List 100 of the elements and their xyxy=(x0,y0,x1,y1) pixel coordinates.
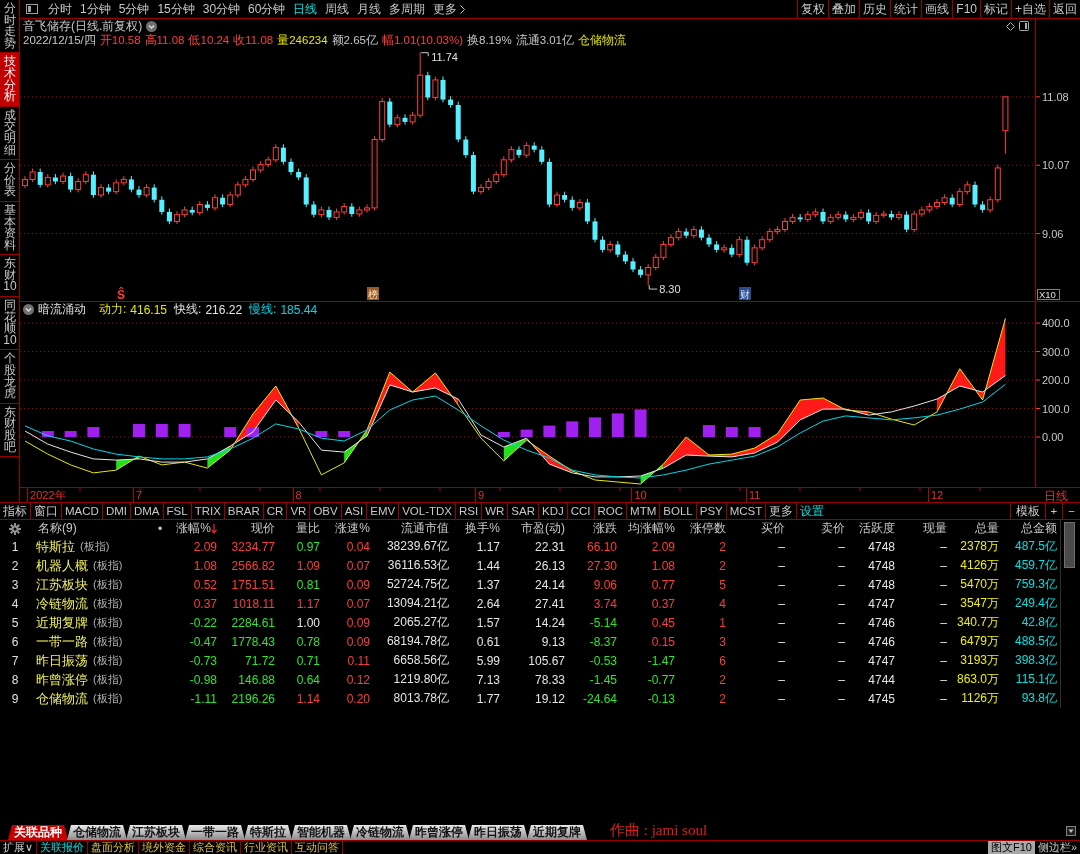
indicator-tab[interactable]: RSI xyxy=(456,503,483,519)
status-tab[interactable]: 境外资金 xyxy=(139,841,191,854)
column-header[interactable]: 涨速% xyxy=(323,520,373,537)
indicator-tab[interactable]: MTM xyxy=(627,503,661,519)
sector-tab[interactable]: 昨曾涨停 xyxy=(409,825,469,840)
status-tab[interactable]: 盘面分析 xyxy=(88,841,140,854)
indicator-tab[interactable]: MACD xyxy=(62,503,103,519)
period-tab[interactable]: 月线 xyxy=(353,0,386,18)
toolbar-button[interactable]: 模板 xyxy=(1009,503,1045,519)
sector-name[interactable]: 一带一路 xyxy=(36,632,88,651)
column-header[interactable]: 卖价 xyxy=(788,520,848,537)
toolbar-button[interactable]: 统计 xyxy=(890,0,922,18)
toolbar-button[interactable]: 返回 xyxy=(1049,0,1080,18)
side-tab[interactable]: 成交明细 xyxy=(0,106,19,161)
sector-name[interactable]: 昨曾涨停 xyxy=(36,670,88,689)
sector-tab[interactable]: 冷链物流 xyxy=(350,825,410,840)
toolbar-button[interactable]: 复权 xyxy=(797,0,829,18)
toolbar-button[interactable]: + xyxy=(1044,503,1063,519)
status-button[interactable]: 侧边栏» xyxy=(1034,841,1080,854)
sector-tab[interactable]: 智能机器 xyxy=(291,825,351,840)
column-header[interactable]: 涨跌 xyxy=(568,520,620,537)
side-tab[interactable]: 东财10 xyxy=(0,255,19,298)
gear-icon[interactable] xyxy=(9,522,21,535)
indicator-tab[interactable]: ROC xyxy=(594,503,628,519)
sector-name[interactable]: 机器人概 xyxy=(36,556,88,575)
column-header[interactable]: 名称(9) xyxy=(30,520,150,537)
indicator-tab[interactable]: SAR xyxy=(508,503,539,519)
sector-tab[interactable]: 昨日振荡 xyxy=(468,825,528,840)
sector-tab[interactable]: 仓储物流 xyxy=(67,825,127,840)
toolbar-button[interactable]: +自选 xyxy=(1011,0,1049,18)
indicator-tab[interactable]: 更多 xyxy=(766,503,798,519)
column-header[interactable]: 换手% xyxy=(452,520,503,537)
toolbar-button[interactable]: 叠加 xyxy=(828,0,860,18)
indicator-tab[interactable]: MCST xyxy=(726,503,767,519)
status-tab[interactable]: 综合资讯 xyxy=(190,841,242,854)
column-header[interactable]: 现价 xyxy=(220,520,278,537)
dropdown-icon[interactable] xyxy=(146,20,158,32)
column-header[interactable]: 现量 xyxy=(898,520,950,537)
side-tab[interactable]: 个股龙虎 xyxy=(0,350,19,404)
period-tab[interactable]: 日线 xyxy=(289,0,322,18)
status-tab[interactable]: 关联报价 xyxy=(37,841,89,854)
scrollbar-thumb[interactable] xyxy=(1064,522,1075,568)
indicator-tab[interactable]: PSY xyxy=(696,503,727,519)
status-tab[interactable]: 行业资讯 xyxy=(241,841,293,854)
indicator-tab[interactable]: 指标 xyxy=(0,503,31,519)
period-tab[interactable]: 15分钟 xyxy=(153,0,199,18)
indicator-tab[interactable]: DMA xyxy=(130,503,164,519)
indicator-tab[interactable]: TRIX xyxy=(191,503,225,519)
sector-name[interactable]: 冷链物流 xyxy=(36,594,88,613)
sector-name[interactable]: 昨日振荡 xyxy=(36,651,88,670)
period-tab[interactable]: 1分钟 xyxy=(76,0,115,18)
period-tab[interactable]: 30分钟 xyxy=(198,0,245,18)
settings-link[interactable]: 设置 xyxy=(797,503,828,519)
indicator-tab[interactable]: WR xyxy=(482,503,509,519)
indicator-tab[interactable]: 窗口 xyxy=(31,503,62,519)
zoom-button[interactable]: X10 xyxy=(1037,289,1060,300)
period-tab[interactable]: 60分钟 xyxy=(244,0,290,18)
status-button[interactable]: 图文F10 xyxy=(987,841,1035,854)
column-header[interactable]: 总量 xyxy=(950,520,1002,537)
indicator-tab[interactable]: DMI xyxy=(102,503,131,519)
column-header[interactable]: 流通市值 xyxy=(373,520,452,537)
indicator-tab[interactable]: OBV xyxy=(310,503,342,519)
indicator-tab[interactable]: FSL xyxy=(163,503,192,519)
indicator-tab[interactable]: ASI xyxy=(341,503,368,519)
dropdown-icon[interactable] xyxy=(23,304,34,315)
indicator-tab[interactable]: CR xyxy=(263,503,288,519)
column-header[interactable]: 涨幅% xyxy=(170,520,220,537)
period-tab[interactable]: 分时 xyxy=(44,0,76,18)
indicator-tab[interactable]: VOL-TDX xyxy=(399,503,456,519)
indicator-tab[interactable]: CCI xyxy=(567,503,595,519)
period-tab[interactable]: 更多 xyxy=(429,0,470,18)
period-tab[interactable]: 周线 xyxy=(321,0,354,18)
diamond-icon[interactable] xyxy=(1006,21,1015,31)
side-tab[interactable]: 分价表 xyxy=(0,160,19,202)
sector-name[interactable]: 仓储物流 xyxy=(36,689,88,708)
column-header[interactable]: 量比 xyxy=(278,520,323,537)
sidebar-icon[interactable] xyxy=(26,4,38,14)
side-tab[interactable]: 东财股吧 xyxy=(0,403,19,458)
status-tab[interactable]: 互动问答 xyxy=(292,841,344,854)
column-header[interactable]: 活跃度 xyxy=(848,520,898,537)
sector-name[interactable]: 近期复牌 xyxy=(36,613,88,632)
column-header[interactable]: 均涨幅% xyxy=(620,520,678,537)
sector-name[interactable]: 特斯拉 xyxy=(36,537,75,556)
column-header[interactable]: • xyxy=(150,520,170,537)
side-tab[interactable]: 基本资料 xyxy=(0,201,19,256)
period-tab[interactable]: 多周期 xyxy=(385,0,430,18)
indicator-tab[interactable]: BOLL xyxy=(660,503,697,519)
indicator-tab[interactable]: EMV xyxy=(367,503,400,519)
toolbar-button[interactable]: 历史 xyxy=(859,0,891,18)
sector-tab[interactable]: 关联品种 xyxy=(8,825,68,840)
toolbar-button[interactable]: 画线 xyxy=(921,0,953,18)
toolbar-button[interactable]: 标记 xyxy=(980,0,1011,18)
column-header[interactable]: 市盈(动) xyxy=(503,520,568,537)
expand-menu[interactable]: 扩展∨ xyxy=(0,841,38,854)
sector-tab[interactable]: 一带一路 xyxy=(185,825,245,840)
sector-tab[interactable]: 近期复牌 xyxy=(527,825,587,840)
column-header[interactable]: 买价 xyxy=(736,520,788,537)
sector-tab[interactable]: 江苏板块 xyxy=(126,825,186,840)
toolbar-button[interactable]: F10 xyxy=(952,0,980,18)
column-header[interactable]: 总金额 xyxy=(1002,520,1060,537)
